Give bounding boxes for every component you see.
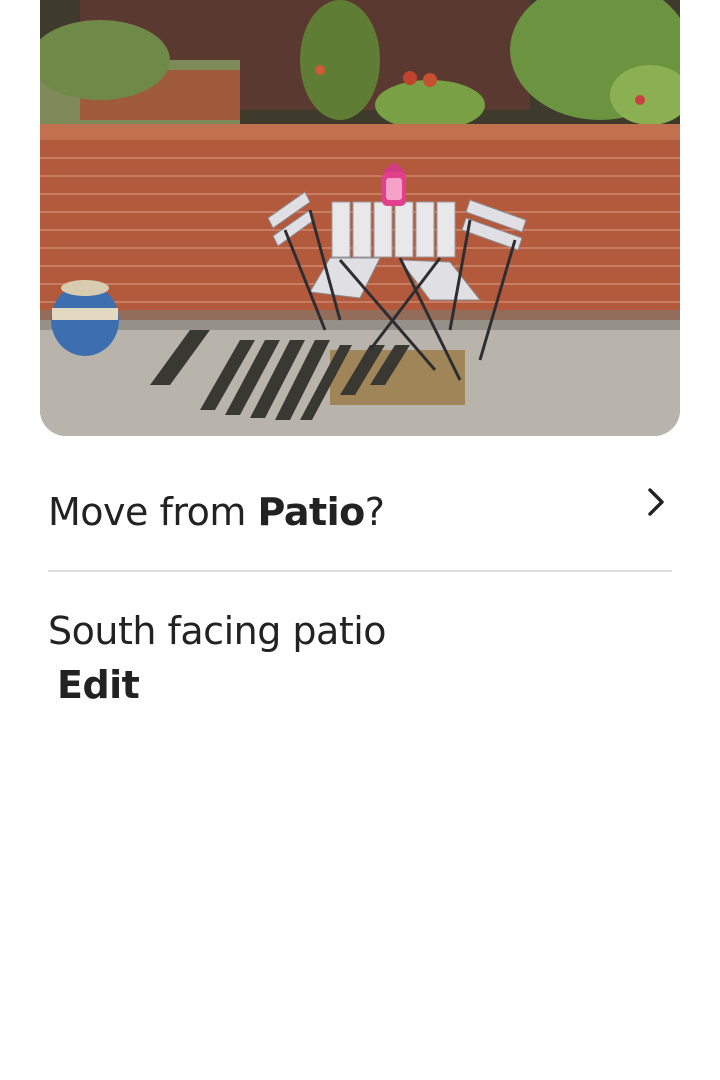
chevron-right-icon[interactable] — [642, 484, 670, 520]
edit-caption-button[interactable]: Edit — [57, 660, 140, 710]
move-from-room-row[interactable]: Move from Patio? — [48, 468, 672, 558]
room-name: Patio — [257, 490, 366, 534]
divider — [48, 570, 672, 572]
patio-photo-illustration — [40, 0, 680, 436]
move-from-room-text: Move from Patio? — [48, 488, 385, 536]
patio-photo[interactable] — [40, 0, 680, 436]
move-suffix: ? — [364, 490, 385, 534]
move-prefix: Move from — [48, 490, 258, 534]
photo-caption: South facing patio — [48, 609, 387, 653]
